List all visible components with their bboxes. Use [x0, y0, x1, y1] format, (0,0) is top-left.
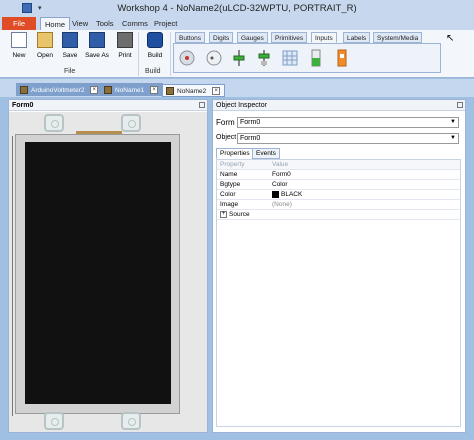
object-label: Object: [216, 134, 237, 141]
form-pane-header: Form0: [9, 100, 207, 111]
window-title: Workshop 4 - NoName2(uLCD-32WPTU, PORTRA…: [117, 3, 357, 14]
form-select[interactable]: Form0 ▼: [237, 117, 459, 128]
printer-icon: [117, 32, 133, 48]
mounting-clip-icon: [121, 114, 141, 132]
column-header-value: Value: [272, 161, 289, 168]
open-button[interactable]: Open: [32, 32, 58, 59]
slider-widget-icon[interactable]: [231, 49, 247, 67]
inspector-header: Object Inspector: [213, 100, 465, 111]
switch-widget-icon[interactable]: [308, 49, 324, 67]
tab-comms[interactable]: Comms: [118, 17, 152, 30]
title-bar: ▾ Workshop 4 - NoName2(uLCD-32WPTU, PORT…: [0, 0, 474, 17]
widget-tab-labels[interactable]: Labels: [343, 32, 371, 43]
form-canvas[interactable]: [9, 112, 207, 432]
new-file-icon: [11, 32, 27, 48]
mounting-clip-icon: [44, 114, 64, 132]
open-folder-icon: [37, 32, 53, 48]
trackbar-widget-icon[interactable]: [256, 49, 272, 67]
build-button[interactable]: Build: [142, 32, 168, 59]
toggle-widget-icon[interactable]: [334, 49, 350, 67]
ribbon-separator: [138, 32, 139, 76]
pin-pane-icon[interactable]: [199, 102, 205, 108]
table-row[interactable]: Name Form0: [217, 170, 460, 180]
device-screen-form0[interactable]: [25, 142, 171, 404]
form-designer-pane: Form0: [8, 99, 208, 433]
save-as-disk-icon: [89, 32, 105, 48]
form-label: Form: [216, 118, 235, 127]
knob-widget-icon[interactable]: [179, 49, 195, 67]
tab-tools[interactable]: Tools: [92, 17, 118, 30]
table-row[interactable]: Color BLACK: [217, 190, 460, 200]
close-tab-icon[interactable]: ×: [150, 86, 159, 95]
rotary-widget-icon[interactable]: [206, 49, 222, 67]
expand-plus-icon[interactable]: +: [220, 210, 227, 218]
mouse-cursor-icon: ↖: [446, 33, 455, 44]
mounting-clip-icon: [44, 412, 64, 430]
build-group-label: Build: [145, 68, 161, 75]
tab-events[interactable]: Events: [252, 148, 280, 159]
inspector-title: Object Inspector: [216, 102, 267, 109]
color-swatch: [272, 190, 279, 198]
object-inspector-pane: Object Inspector Form Form0 ▼ Object For…: [212, 99, 466, 433]
form-file-icon: [20, 86, 28, 94]
table-row[interactable]: + Source: [217, 210, 460, 220]
print-button[interactable]: Print: [112, 32, 138, 59]
file-menu-button[interactable]: File: [2, 17, 36, 30]
keyboard-widget-icon[interactable]: [282, 49, 298, 67]
chevron-down-icon: ▼: [450, 135, 456, 141]
close-tab-icon[interactable]: ×: [212, 87, 221, 96]
document-tabs: ArduinoVoltmeter2 × NoName1 × NoName2 ×: [0, 79, 474, 97]
ruler-marker: [9, 136, 13, 416]
form-pane-title: Form0: [12, 102, 34, 109]
form-file-icon: [104, 86, 112, 94]
tab-properties[interactable]: Properties: [216, 148, 254, 159]
widget-tab-digits[interactable]: Digits: [209, 32, 234, 43]
tab-project[interactable]: Project: [150, 17, 181, 30]
new-button[interactable]: New: [6, 32, 32, 59]
menu-bar: File Home View Tools Comms Project: [0, 17, 474, 30]
properties-grid: Property Value Name Form0 Bgtype Color C…: [216, 159, 461, 427]
tab-home[interactable]: Home: [40, 17, 71, 30]
pin-pane-icon[interactable]: [457, 102, 463, 108]
table-row[interactable]: Bgtype Color: [217, 180, 460, 190]
widget-tab-gauges[interactable]: Gauges: [237, 32, 268, 43]
widget-tab-primitives[interactable]: Primitives: [271, 32, 308, 43]
doc-tab-arduinovoltmeter2[interactable]: ArduinoVoltmeter2 ×: [16, 83, 104, 96]
table-row[interactable]: Image (None): [217, 200, 460, 210]
file-group-label: File: [64, 68, 76, 75]
chevron-down-icon: ▼: [450, 119, 456, 125]
column-header-property: Property: [220, 161, 245, 168]
mounting-clip-icon: [121, 412, 141, 430]
object-select[interactable]: Form0 ▼: [237, 133, 459, 144]
grid-header-row: Property Value: [217, 160, 460, 170]
form-file-icon: [166, 87, 174, 95]
widget-tab-system-media[interactable]: System/Media: [373, 32, 423, 43]
widget-tab-buttons[interactable]: Buttons: [175, 32, 206, 43]
doc-tab-noname1[interactable]: NoName1 ×: [100, 83, 164, 96]
save-as-button[interactable]: Save As: [84, 32, 110, 59]
save-button[interactable]: Save: [57, 32, 83, 59]
close-tab-icon[interactable]: ×: [90, 86, 99, 95]
doc-tab-noname2[interactable]: NoName2 ×: [162, 84, 226, 97]
build-icon: [147, 32, 163, 48]
ribbon-separator: [170, 32, 171, 76]
inputs-widget-panel: [173, 43, 441, 73]
save-disk-icon: [62, 32, 78, 48]
widget-tab-inputs[interactable]: Inputs: [311, 32, 337, 43]
tab-view[interactable]: View: [68, 17, 92, 30]
